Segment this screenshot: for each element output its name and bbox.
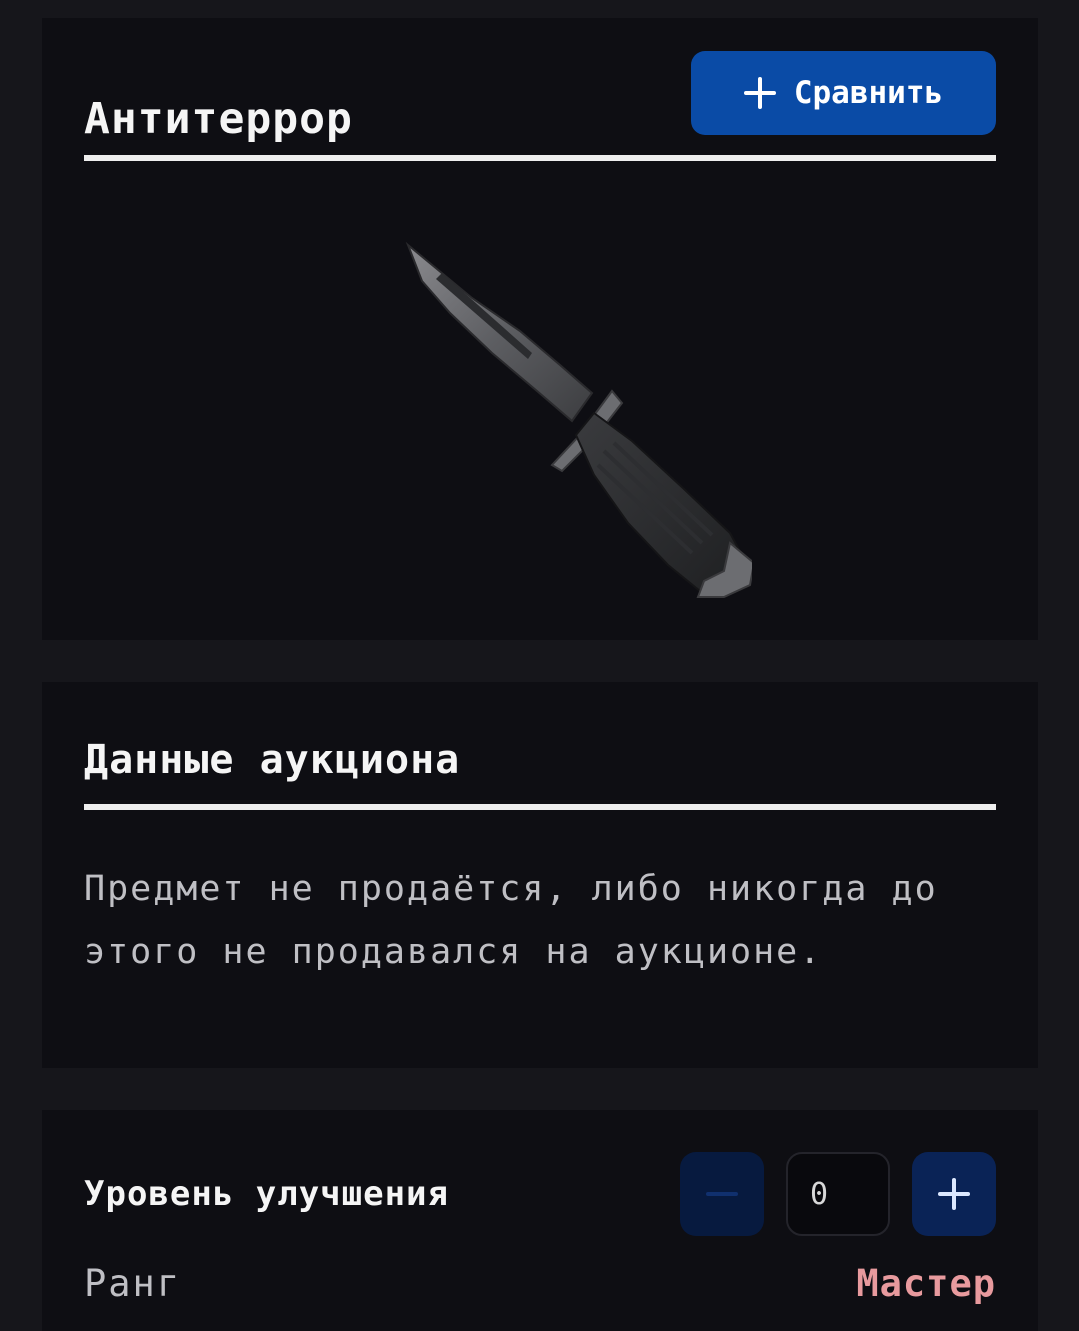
- auction-card: Данные аукциона Предмет не продаётся, ли…: [42, 682, 1038, 1068]
- upgrade-level-input[interactable]: [786, 1152, 890, 1236]
- rank-label: Ранг: [84, 1262, 182, 1305]
- item-card: Антитеррор Сравнить: [42, 18, 1038, 640]
- compare-button-label: Сравнить: [793, 75, 944, 111]
- title-divider: [84, 155, 996, 161]
- auction-message: Предмет не продаётся, либо никогда до эт…: [84, 869, 938, 972]
- decrement-button[interactable]: [680, 1152, 764, 1236]
- increment-button[interactable]: [912, 1152, 996, 1236]
- plus-icon: [938, 1178, 970, 1210]
- item-title: Антитеррор: [84, 94, 353, 144]
- minus-icon: [706, 1192, 738, 1196]
- rank-value: Мастер: [856, 1262, 996, 1305]
- auction-divider: [84, 804, 996, 810]
- upgrade-card: Уровень улучшения Ранг Мастер: [42, 1110, 1038, 1331]
- combat-knife-icon: [405, 241, 752, 598]
- plus-icon: [743, 77, 776, 109]
- auction-title: Данные аукциона: [84, 737, 461, 783]
- page: Антитеррор Сравнить Данные аукциона Пред…: [0, 0, 1079, 1331]
- upgrade-level-label: Уровень улучшения: [84, 1174, 449, 1214]
- compare-button[interactable]: Сравнить: [691, 51, 996, 135]
